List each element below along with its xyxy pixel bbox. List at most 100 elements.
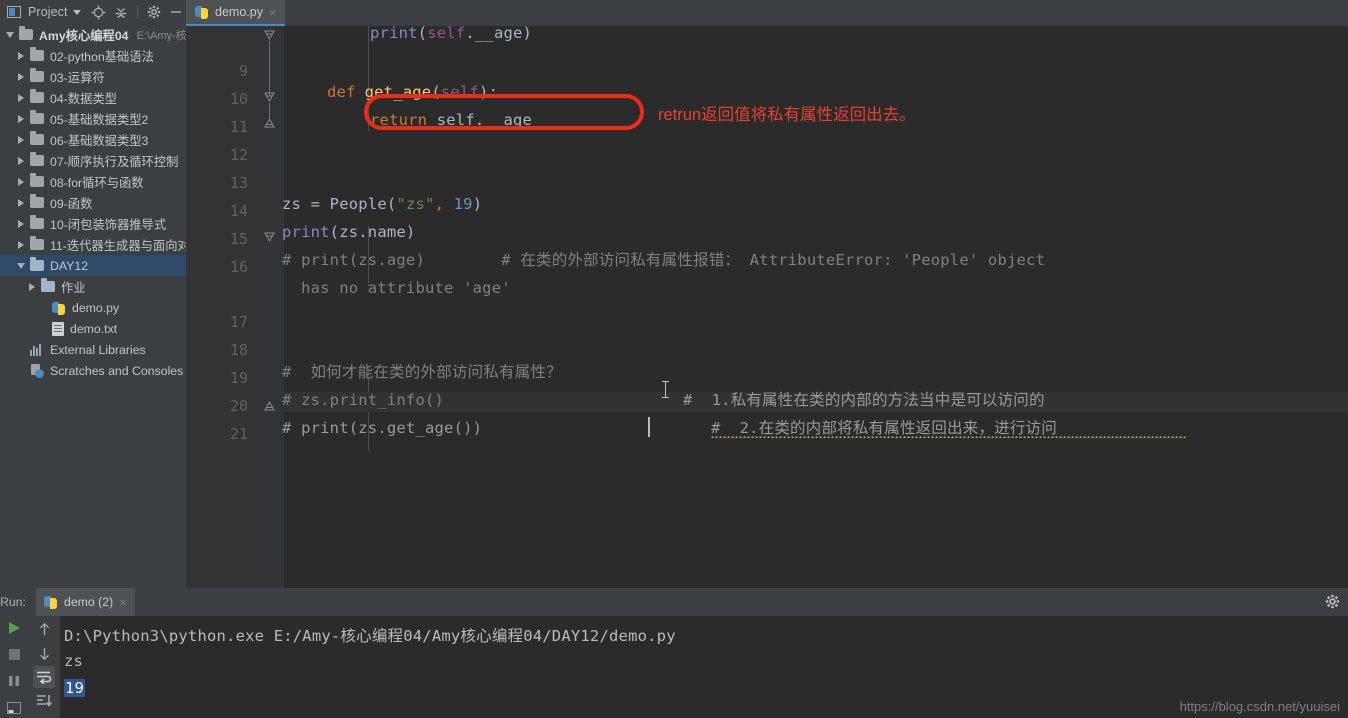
run-console-output[interactable]: D:\Python3\python.exe E:/Amy-核心编程04/Amy核… <box>60 616 1348 718</box>
sidebar-item-label: demo.txt <box>70 321 118 336</box>
project-sidebar[interactable]: Amy核心编程04 E:\Amy-核 02-python基础语法 03-运算符 04-数… <box>0 24 186 576</box>
editor-tab-demo-py[interactable]: demo.py × <box>186 0 285 26</box>
line-number: 17 <box>229 313 248 331</box>
folder-icon <box>30 173 44 187</box>
console-output-line-selected: 19 <box>64 679 86 697</box>
chevron-collapsed-icon[interactable] <box>15 134 27 146</box>
comment-text: # print(zs.get_age()) <box>282 419 483 437</box>
close-icon[interactable]: × <box>269 6 277 19</box>
chevron-collapsed-icon[interactable] <box>15 50 27 62</box>
sidebar-item-label: 05-基础数据类型2 <box>50 112 149 127</box>
code-line-10: def get_age(self): <box>327 82 498 102</box>
token-return: return <box>370 111 428 129</box>
code-line-21: # print(zs.get_age()) <box>282 418 482 438</box>
sidebar-item-label: 02-python基础语法 <box>50 49 154 64</box>
chevron-collapsed-icon[interactable] <box>15 239 27 251</box>
sidebar-item-5[interactable]: 06-基础数据类型3 <box>0 129 186 150</box>
comment-text: # print(zs.age) # 在类的外部访问私有属性报错： Attribu… <box>282 251 1046 269</box>
soft-wrap-icon[interactable] <box>33 666 55 688</box>
line-number: 10 <box>229 90 248 108</box>
python-file-icon <box>52 301 66 315</box>
console-toggle-icon[interactable] <box>3 698 25 718</box>
chevron-collapsed-icon[interactable] <box>15 71 27 83</box>
scroll-to-end-icon[interactable] <box>33 690 55 712</box>
stop-icon[interactable] <box>3 645 25 666</box>
token-colon: ): <box>479 83 499 101</box>
token-funcname: get_age <box>364 83 432 101</box>
sidebar-item-7[interactable]: 08-for循环与函数 <box>0 171 186 192</box>
line-number: 16 <box>229 258 248 276</box>
run-icon[interactable] <box>3 618 25 639</box>
sidebar-item-8[interactable]: 09-函数 <box>0 192 186 213</box>
comment-text: # 1.私有属性在类的内部的方法当中是可以访问的 <box>683 391 1045 409</box>
line-number: 19 <box>229 369 248 387</box>
collapse-all-icon[interactable] <box>111 2 131 22</box>
chevron-expanded-icon[interactable] <box>4 29 16 41</box>
chevron-collapsed-icon[interactable] <box>15 197 27 209</box>
project-label[interactable]: Project <box>28 5 68 19</box>
sidebar-item-6[interactable]: 07-顺序执行及循环控制 <box>0 150 186 171</box>
sidebar-item-14[interactable]: demo.txt <box>0 318 186 339</box>
sidebar-item-10[interactable]: 11-迭代器生成器与面向对 <box>0 234 186 255</box>
sidebar-item-label: Scratches and Consoles <box>50 363 184 378</box>
chevron-collapsed-icon[interactable] <box>26 281 38 293</box>
sidebar-item-11[interactable]: DAY12 <box>0 255 186 276</box>
sidebar-item-13[interactable]: demo.py <box>0 297 186 318</box>
sidebar-item-3[interactable]: 04-数据类型 <box>0 87 186 108</box>
chevron-collapsed-icon[interactable] <box>15 113 27 125</box>
folder-icon <box>30 152 44 166</box>
fold-connector <box>269 103 270 119</box>
sidebar-item-label: DAY12 <box>50 258 89 273</box>
sidebar-item-16[interactable]: Scratches and Consoles <box>0 360 186 381</box>
sidebar-item-12[interactable]: 作业 <box>0 276 186 297</box>
folder-icon <box>30 215 44 229</box>
sidebar-item-1[interactable]: 02-python基础语法 <box>0 45 186 66</box>
fold-marker-icon[interactable] <box>264 401 275 412</box>
sidebar-item-label: 04-数据类型 <box>50 91 117 106</box>
down-arrow-icon[interactable] <box>33 642 55 664</box>
sidebar-item-label: 06-基础数据类型3 <box>50 133 149 148</box>
sidebar-item-15[interactable]: External Libraries <box>0 339 186 360</box>
toolbar-divider <box>136 5 138 19</box>
token-def: def <box>327 83 356 101</box>
project-panel-icon[interactable] <box>4 2 24 22</box>
pause-icon[interactable] <box>3 671 25 692</box>
code-text-area[interactable]: print(self.__age) def get_age(self): retu… <box>282 26 1348 588</box>
chevron-down-icon[interactable] <box>72 9 81 15</box>
chevron-collapsed-icon[interactable] <box>15 155 27 167</box>
folder-module-icon <box>30 257 44 271</box>
token-args: (zs.name) <box>329 223 416 241</box>
run-tab-label: demo (2) <box>64 595 114 609</box>
chevron-collapsed-icon[interactable] <box>15 92 27 104</box>
locate-icon[interactable] <box>89 2 109 22</box>
run-tab-demo[interactable]: demo (2) × <box>36 588 135 616</box>
sidebar-item-0[interactable]: Amy核心编程04 E:\Amy-核 <box>0 24 186 45</box>
line-number: 21 <box>229 425 248 443</box>
run-side-toolbar <box>0 616 28 718</box>
editor-gutter[interactable]: 9 10 11 12 13 14 15 16 17 18 19 20 21 <box>186 26 284 588</box>
chevron-collapsed-icon[interactable] <box>15 218 27 230</box>
token-paren: ( <box>431 83 441 101</box>
indent-guide <box>368 26 369 131</box>
sidebar-item-4[interactable]: 05-基础数据类型2 <box>0 108 186 129</box>
fold-marker-icon[interactable] <box>264 118 275 129</box>
sidebar-item-2[interactable]: 03-运算符 <box>0 66 186 87</box>
settings-icon[interactable] <box>144 2 164 22</box>
token-self-age: self.__age <box>427 111 533 129</box>
sidebar-item-9[interactable]: 10-闭包装饰器推导式 <box>0 213 186 234</box>
folder-icon <box>19 26 33 40</box>
minimize-icon[interactable] <box>166 2 186 22</box>
token-comma: , <box>434 195 445 213</box>
fold-marker-icon[interactable] <box>264 30 275 41</box>
close-icon[interactable]: × <box>119 596 127 609</box>
chevron-collapsed-icon[interactable] <box>15 176 27 188</box>
settings-icon[interactable] <box>1325 594 1340 614</box>
code-editor[interactable]: 9 10 11 12 13 14 15 16 17 18 19 20 21 pr… <box>186 26 1348 588</box>
ide-window: Project demo.py × Amy核心编程04 E:\Amy-核 02-… <box>0 0 1348 718</box>
token-var: zs = <box>282 195 330 213</box>
spellcheck-underline <box>711 435 1186 438</box>
up-arrow-icon[interactable] <box>33 618 55 640</box>
chevron-expanded-icon[interactable] <box>15 260 27 272</box>
fold-marker-icon[interactable] <box>264 232 275 243</box>
